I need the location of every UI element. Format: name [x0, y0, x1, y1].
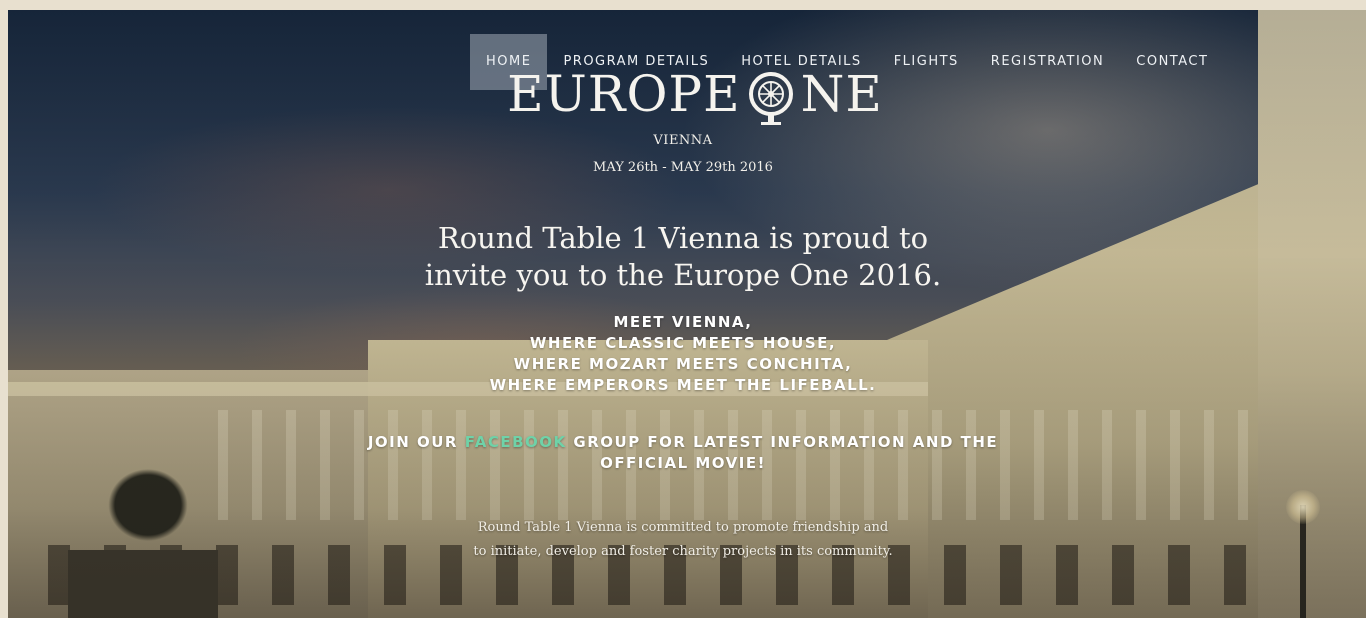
- tagline-line-1: MEET VIENNA,: [613, 313, 753, 331]
- tagline-line-2: WHERE CLASSIC MEETS HOUSE,: [529, 334, 837, 352]
- europe-one-logo[interactable]: EUROPE NE: [500, 60, 890, 128]
- logo-word-europe: EUROPE: [507, 65, 741, 123]
- invitation-headline: Round Table 1 Vienna is proud to invite …: [0, 220, 1366, 294]
- join-suffix: GROUP FOR LATEST INFORMATION AND THE: [566, 433, 999, 451]
- tagline-line-4: WHERE EMPERORS MEET THE LIFEBALL.: [489, 376, 877, 394]
- join-prefix: JOIN OUR: [367, 433, 465, 451]
- join-line-2: OFFICIAL MOVIE!: [600, 454, 766, 472]
- mission-line-2: to initiate, develop and foster charity …: [473, 544, 893, 559]
- mission-line-1: Round Table 1 Vienna is committed to pro…: [477, 520, 889, 535]
- facebook-join-message: JOIN OUR FACEBOOK GROUP FOR LATEST INFOR…: [0, 432, 1366, 474]
- page-frame: HOME PROGRAM DETAILS HOTEL DETAILS FLIGH…: [0, 0, 1366, 618]
- facebook-link[interactable]: FACEBOOK: [465, 433, 567, 451]
- nav-contact[interactable]: CONTACT: [1120, 34, 1224, 90]
- join-line-1: JOIN OUR FACEBOOK GROUP FOR LATEST INFOR…: [0, 432, 1366, 453]
- tagline-line-3: WHERE MOZART MEETS CONCHITA,: [513, 355, 853, 373]
- event-dates: MAY 26th - MAY 29th 2016: [593, 160, 773, 175]
- nav-flights[interactable]: FLIGHTS: [878, 34, 975, 90]
- round-table-wheel-icon: [747, 70, 795, 125]
- headline-line-1: Round Table 1 Vienna is proud to: [437, 221, 929, 255]
- headline-line-2: invite you to the Europe One 2016.: [424, 258, 942, 292]
- event-city: VIENNA: [653, 133, 713, 148]
- mission-statement: Round Table 1 Vienna is committed to pro…: [0, 516, 1366, 564]
- nav-registration[interactable]: REGISTRATION: [975, 34, 1120, 90]
- tagline: MEET VIENNA, WHERE CLASSIC MEETS HOUSE, …: [0, 312, 1366, 396]
- logo-word-ne: NE: [800, 65, 883, 123]
